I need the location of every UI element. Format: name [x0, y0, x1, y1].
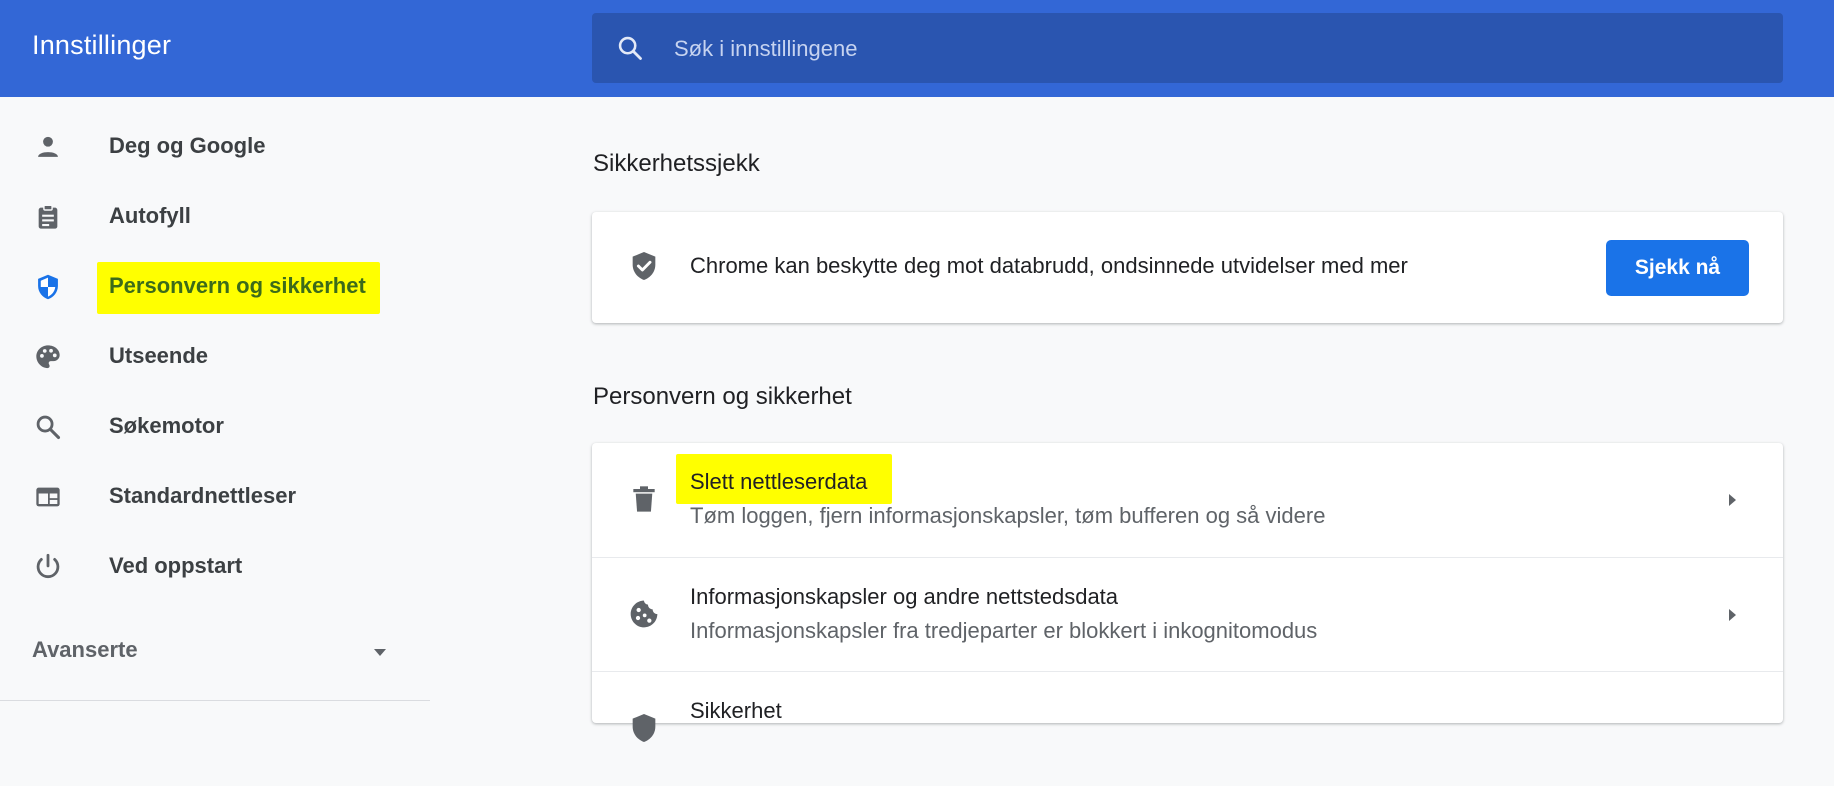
- clipboard-icon: [38, 204, 58, 229]
- chevron-right-icon: [1729, 609, 1736, 621]
- browser-icon: [36, 487, 60, 507]
- safety-check-title: Sikkerhetssjekk: [593, 150, 760, 177]
- sidebar-item-deg-og-google[interactable]: Deg og Google: [0, 111, 430, 181]
- sidebar-divider: [0, 700, 430, 701]
- app-title: Innstillinger: [32, 30, 172, 60]
- sidebar-item-label: Søkemotor: [109, 413, 224, 438]
- sidebar-item-label: Ved oppstart: [109, 553, 243, 578]
- shield-icon: [632, 714, 656, 742]
- power-icon: [36, 553, 60, 579]
- row-title: Slett nettleserdata: [690, 469, 868, 494]
- safety-check-description: Chrome kan beskytte deg mot databrudd, o…: [690, 253, 1408, 278]
- chevron-right-icon: [1729, 494, 1736, 506]
- sidebar-item-standardnettleser[interactable]: Standardnettleser: [0, 461, 430, 531]
- top-bar: Innstillinger: [0, 0, 1834, 97]
- privacy-section-title: Personvern og sikkerhet: [593, 383, 852, 410]
- shield-check-icon: [632, 252, 656, 280]
- person-icon: [38, 136, 58, 157]
- trash-icon: [633, 486, 655, 512]
- privacy-card: Slett nettleserdata Tøm loggen, fjern in…: [592, 443, 1783, 742]
- sidebar-item-autofyll[interactable]: Autofyll: [0, 181, 430, 251]
- cookie-icon: [630, 600, 658, 628]
- sidebar-item-label: Utseende: [109, 343, 209, 368]
- search-icon: [36, 415, 61, 440]
- row-title: Sikkerhet: [690, 698, 782, 723]
- palette-icon: [36, 345, 60, 369]
- search-box[interactable]: [592, 13, 1783, 85]
- chevron-down-icon: [374, 649, 386, 656]
- advanced-label: Avanserte: [32, 637, 138, 662]
- sidebar-item-ved-oppstart[interactable]: Ved oppstart: [0, 531, 430, 601]
- list-item-clear-browsing-data[interactable]: Slett nettleserdata Tøm loggen, fjern in…: [592, 443, 1783, 557]
- sidebar-item-sokemotor[interactable]: Søkemotor: [0, 391, 430, 461]
- advanced-toggle[interactable]: Avanserte: [32, 637, 392, 669]
- sidebar-item-personvern-og-sikkerhet[interactable]: Personvern og sikkerhet: [0, 251, 430, 321]
- safety-check-card: Chrome kan beskytte deg mot databrudd, o…: [592, 212, 1783, 323]
- shield-icon: [38, 274, 58, 300]
- sidebar-item-label: Personvern og sikkerhet: [109, 273, 366, 298]
- list-item-cookies[interactable]: Informasjonskapsler og andre nettstedsda…: [592, 557, 1783, 672]
- search-icon: [618, 36, 642, 60]
- sidebar-item-utseende[interactable]: Utseende: [0, 321, 430, 391]
- row-subtitle: Informasjonskapsler fra tredjeparter er …: [690, 618, 1318, 643]
- sidebar-item-label: Standardnettleser: [109, 483, 297, 508]
- search-input[interactable]: [672, 13, 1756, 85]
- list-item-security[interactable]: Sikkerhet: [592, 671, 1783, 786]
- row-title: Informasjonskapsler og andre nettstedsda…: [690, 584, 1119, 609]
- sidebar-item-label: Deg og Google: [109, 133, 266, 158]
- row-subtitle: Tøm loggen, fjern informasjonskapsler, t…: [690, 503, 1326, 528]
- check-now-button[interactable]: Sjekk nå: [1606, 240, 1749, 296]
- sidebar-item-label: Autofyll: [109, 203, 191, 228]
